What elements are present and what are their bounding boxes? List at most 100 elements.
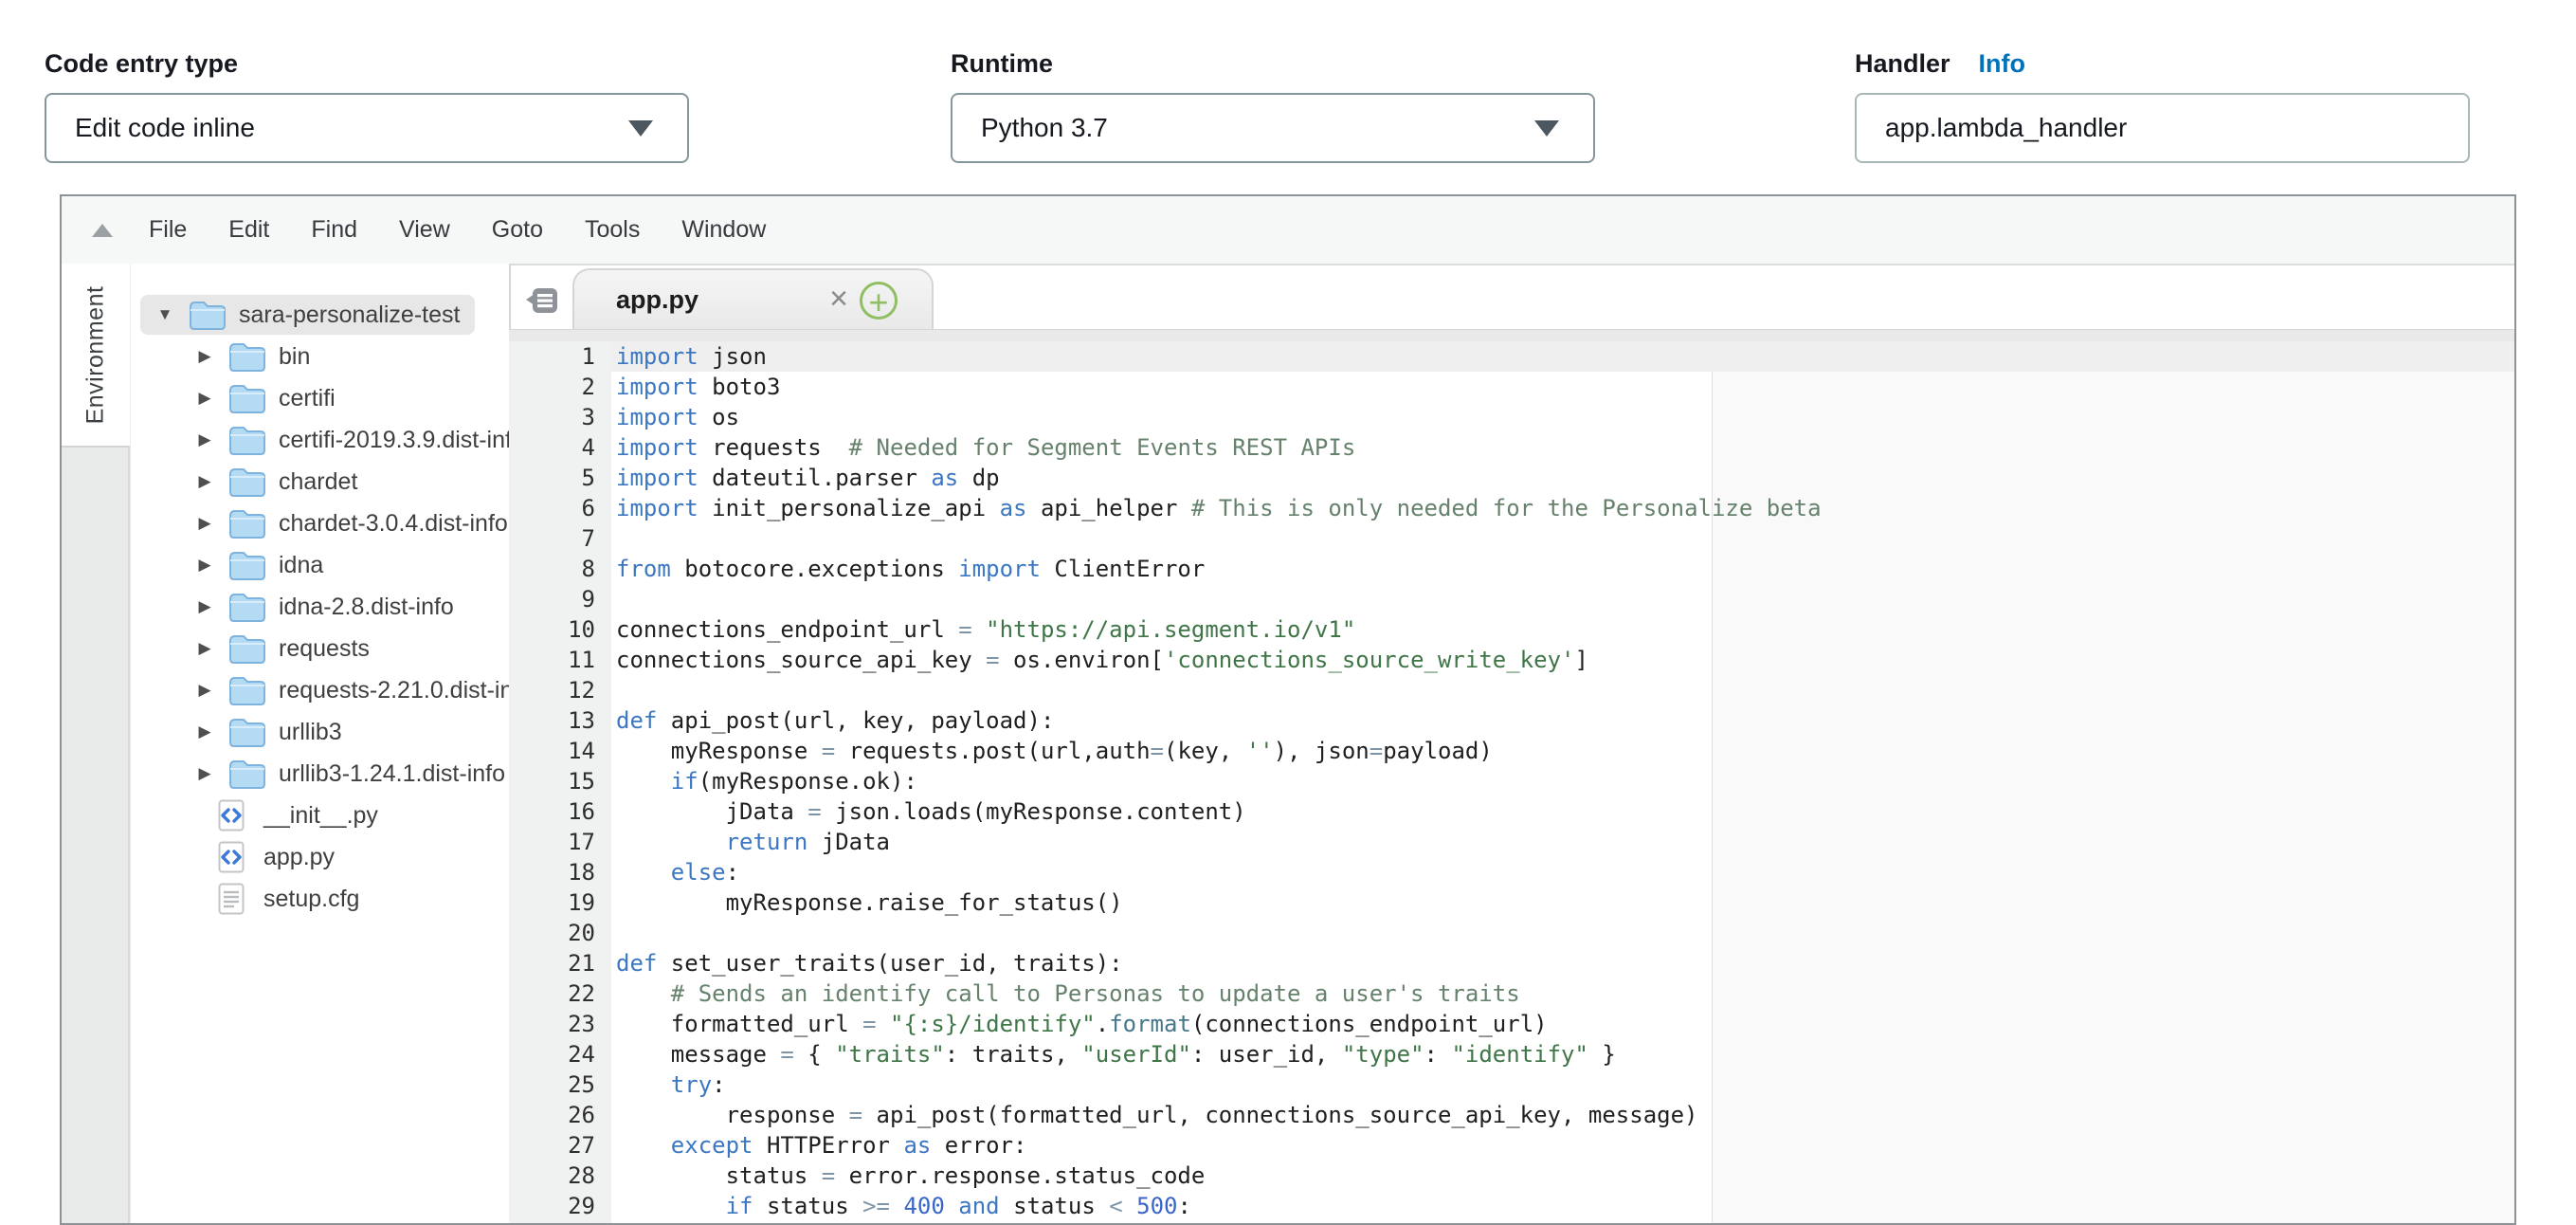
folder-icon — [227, 508, 265, 539]
tree-collapsed-caret-icon[interactable]: ▶ — [195, 681, 214, 700]
folder-icon — [227, 508, 265, 539]
line-number: 6 — [509, 493, 595, 523]
runtime-value: Python 3.7 — [981, 113, 1108, 143]
tree-item-idna[interactable]: ▶ idna — [131, 544, 338, 586]
tree-item-app-py[interactable]: app.py — [131, 836, 350, 878]
menu-item-tools[interactable]: Tools — [585, 216, 640, 244]
folder-icon — [227, 633, 265, 664]
tree-collapsed-caret-icon[interactable]: ▶ — [195, 430, 214, 449]
sidebar-tab-environment[interactable]: Environment — [62, 264, 130, 446]
file-tree: ▼sara-personalize-test▶bin▶certifi▶certi… — [130, 264, 510, 1223]
line-number: 17 — [509, 827, 595, 857]
code-editor-content[interactable]: import jsonimport boto3import osimport r… — [611, 341, 2514, 1223]
line-number: 10 — [509, 614, 595, 645]
code-line-18: else: — [611, 857, 2514, 887]
tree-item-pill: ▶requests-2.21.0.dist-info — [180, 670, 548, 710]
code-entry-type-label: Code entry type — [45, 49, 238, 79]
menu-item-window[interactable]: Window — [681, 216, 766, 244]
tree-item-pill: ▶certifi-2019.3.9.dist-info — [180, 420, 540, 460]
tree-collapsed-caret-icon[interactable]: ▶ — [195, 472, 214, 491]
folder-icon — [227, 675, 265, 705]
handler-label: HandlerInfo — [1855, 49, 2025, 79]
folder-icon — [227, 717, 265, 747]
tree-item-chardet[interactable]: ▶chardet — [131, 461, 372, 503]
handler-info-link[interactable]: Info — [1979, 49, 2025, 78]
tree-collapsed-caret-icon[interactable]: ▶ — [195, 764, 214, 783]
line-number: 20 — [509, 918, 595, 948]
python-file-icon — [218, 799, 245, 832]
tree-item-pill: ▶bin — [180, 337, 325, 376]
menu-item-edit[interactable]: Edit — [228, 216, 269, 244]
tree-item-label: idna-2.8.dist-info — [279, 594, 454, 621]
folder-icon — [227, 383, 265, 413]
folder-icon — [227, 383, 265, 413]
menu-item-goto[interactable]: Goto — [492, 216, 543, 244]
code-line-8: from botocore.exceptions import ClientEr… — [611, 554, 2514, 584]
tree-item--init-py[interactable]: __init__.py — [131, 795, 393, 836]
line-number: 1 — [509, 341, 595, 372]
tree-item-certifi-2019-3-9-dist-info[interactable]: ▶certifi-2019.3.9.dist-info — [131, 419, 540, 461]
tree-item-label: setup.cfg — [263, 886, 359, 913]
tree-item-urllib3-1-24-1-dist-info[interactable]: ▶urllib3-1.24.1.dist-info — [131, 753, 520, 795]
chevron-down-icon — [628, 120, 653, 137]
code-line-13: def api_post(url, key, payload): — [611, 705, 2514, 736]
tree-item-chardet-3-0-4-dist-info[interactable]: ▶chardet-3.0.4.dist-info — [131, 503, 523, 544]
tree-expanded-caret-icon[interactable]: ▼ — [155, 305, 174, 324]
tree-item-label: idna — [279, 552, 323, 579]
python-file-icon — [218, 841, 245, 873]
tree-item-pill: ▶requests — [180, 629, 385, 668]
code-line-3: import os — [611, 402, 2514, 432]
new-tab-button[interactable]: + — [860, 282, 898, 320]
code-line-15: if(myResponse.ok): — [611, 766, 2514, 796]
tree-item-pill: ▶ urllib3 — [180, 712, 357, 752]
code-line-26: response = api_post(formatted_url, conne… — [611, 1100, 2514, 1130]
tree-item-setup-cfg[interactable]: setup.cfg — [131, 878, 374, 920]
code-line-7 — [611, 523, 2514, 554]
tree-item-label: urllib3 — [279, 719, 342, 746]
code-line-2: import boto3 — [611, 372, 2514, 402]
tab-close-icon[interactable]: × — [829, 270, 848, 329]
line-number: 4 — [509, 432, 595, 463]
collapse-menu-icon[interactable] — [92, 224, 113, 237]
tree-item-pill: ▶ idna — [180, 545, 338, 585]
tree-item-idna-2-8-dist-info[interactable]: ▶ idna-2.8.dist-info — [131, 586, 469, 628]
config-file-icon — [218, 883, 245, 915]
menu-item-view[interactable]: View — [399, 216, 450, 244]
code-line-4: import requests # Needed for Segment Eve… — [611, 432, 2514, 463]
tree-item-pill: ▶chardet — [180, 462, 372, 502]
tree-item-pill: ▶ idna-2.8.dist-info — [180, 587, 469, 627]
menu-item-file[interactable]: File — [149, 216, 187, 244]
folder-icon — [227, 466, 265, 497]
folder-icon — [227, 675, 265, 705]
line-number: 18 — [509, 857, 595, 887]
code-editor-panel: File Edit Find View Goto Tools Window Environm… — [60, 194, 2516, 1225]
tree-item-urllib3[interactable]: ▶ urllib3 — [131, 711, 357, 753]
tree-item-sara-personalize-test[interactable]: ▼sara-personalize-test — [131, 294, 475, 336]
tree-item-bin[interactable]: ▶bin — [131, 336, 325, 377]
folder-icon — [227, 592, 265, 622]
tab-list-icon[interactable] — [525, 283, 559, 318]
tree-item-label: certifi — [279, 385, 336, 412]
tree-item-certifi[interactable]: ▶ certifi — [131, 377, 351, 419]
menu-item-find[interactable]: Find — [311, 216, 357, 244]
tree-collapsed-caret-icon[interactable]: ▶ — [195, 597, 214, 616]
tree-collapsed-caret-icon[interactable]: ▶ — [195, 389, 214, 408]
code-line-23: formatted_url = "{:s}/identify".format(c… — [611, 1009, 2514, 1039]
tree-collapsed-caret-icon[interactable]: ▶ — [195, 639, 214, 658]
tree-collapsed-caret-icon[interactable]: ▶ — [195, 514, 214, 533]
code-entry-type-select[interactable]: Edit code inline — [45, 93, 689, 163]
handler-input[interactable]: app.lambda_handler — [1855, 93, 2470, 163]
tree-item-requests-2-21-0-dist-info[interactable]: ▶requests-2.21.0.dist-info — [131, 669, 548, 711]
folder-icon — [227, 759, 265, 789]
tree-collapsed-caret-icon[interactable]: ▶ — [195, 722, 214, 741]
tree-item-pill: ▶ certifi — [180, 378, 351, 418]
tree-collapsed-caret-icon[interactable]: ▶ — [195, 556, 214, 575]
tree-collapsed-caret-icon[interactable]: ▶ — [195, 347, 214, 366]
tree-item-requests[interactable]: ▶requests — [131, 628, 385, 669]
line-number: 8 — [509, 554, 595, 584]
runtime-select[interactable]: Python 3.7 — [951, 93, 1595, 163]
code-line-24: message = { "traits": traits, "userId": … — [611, 1039, 2514, 1070]
tab-app-py-label: app.py — [616, 270, 698, 329]
folder-icon — [227, 550, 265, 580]
tree-item-label: app.py — [263, 844, 335, 871]
